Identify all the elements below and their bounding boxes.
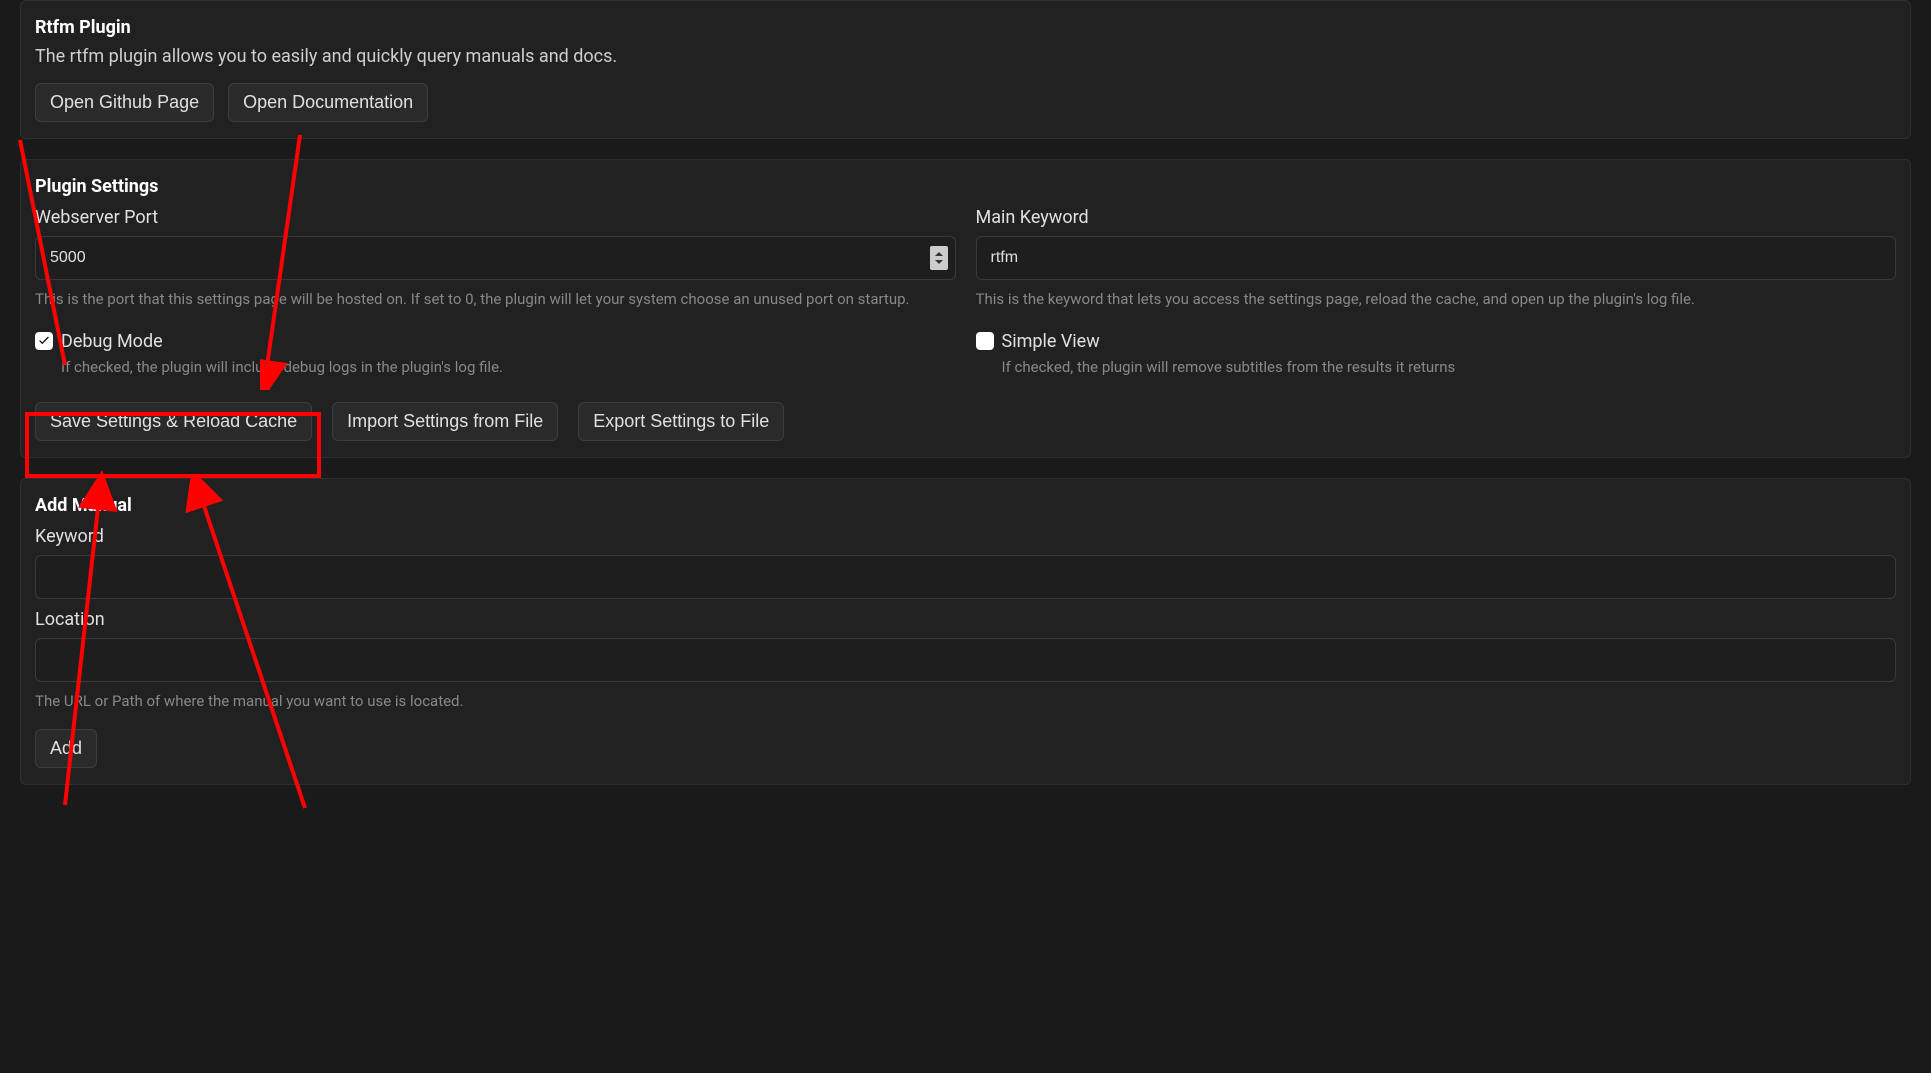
manual-location-help: The URL or Path of where the manual you … — [35, 690, 1896, 713]
plugin-title: Rtfm Plugin — [35, 17, 1896, 38]
plugin-settings-card: Plugin Settings Webserver Port This is t… — [20, 159, 1911, 458]
main-keyword-input[interactable] — [976, 236, 1897, 280]
settings-title: Plugin Settings — [35, 176, 1896, 197]
check-icon — [37, 334, 51, 348]
add-manual-card: Add Manual Keyword Location The URL or P… — [20, 478, 1911, 785]
port-spinner-icon[interactable] — [930, 246, 948, 270]
manual-keyword-label: Keyword — [35, 526, 1896, 547]
manual-location-input[interactable] — [35, 638, 1896, 682]
import-settings-button[interactable]: Import Settings from File — [332, 402, 558, 441]
open-github-button[interactable]: Open Github Page — [35, 83, 214, 122]
main-keyword-help: This is the keyword that lets you access… — [976, 288, 1897, 311]
add-manual-button[interactable]: Add — [35, 729, 97, 768]
simple-view-checkbox[interactable] — [976, 332, 994, 350]
save-settings-button[interactable]: Save Settings & Reload Cache — [35, 402, 312, 441]
open-documentation-button[interactable]: Open Documentation — [228, 83, 428, 122]
webserver-port-label: Webserver Port — [35, 207, 956, 228]
plugin-header-card: Rtfm Plugin The rtfm plugin allows you t… — [20, 0, 1911, 139]
webserver-port-help: This is the port that this settings page… — [35, 288, 956, 311]
plugin-description: The rtfm plugin allows you to easily and… — [35, 46, 1896, 67]
manual-location-label: Location — [35, 609, 1896, 630]
debug-mode-checkbox[interactable] — [35, 332, 53, 350]
manual-keyword-input[interactable] — [35, 555, 1896, 599]
export-settings-button[interactable]: Export Settings to File — [578, 402, 784, 441]
debug-mode-help: If checked, the plugin will include debu… — [61, 356, 956, 379]
add-manual-title: Add Manual — [35, 495, 1896, 516]
simple-view-label: Simple View — [1002, 331, 1100, 352]
simple-view-help: If checked, the plugin will remove subti… — [1002, 356, 1897, 379]
webserver-port-input[interactable] — [35, 236, 956, 280]
main-keyword-label: Main Keyword — [976, 207, 1897, 228]
debug-mode-label: Debug Mode — [61, 331, 163, 352]
